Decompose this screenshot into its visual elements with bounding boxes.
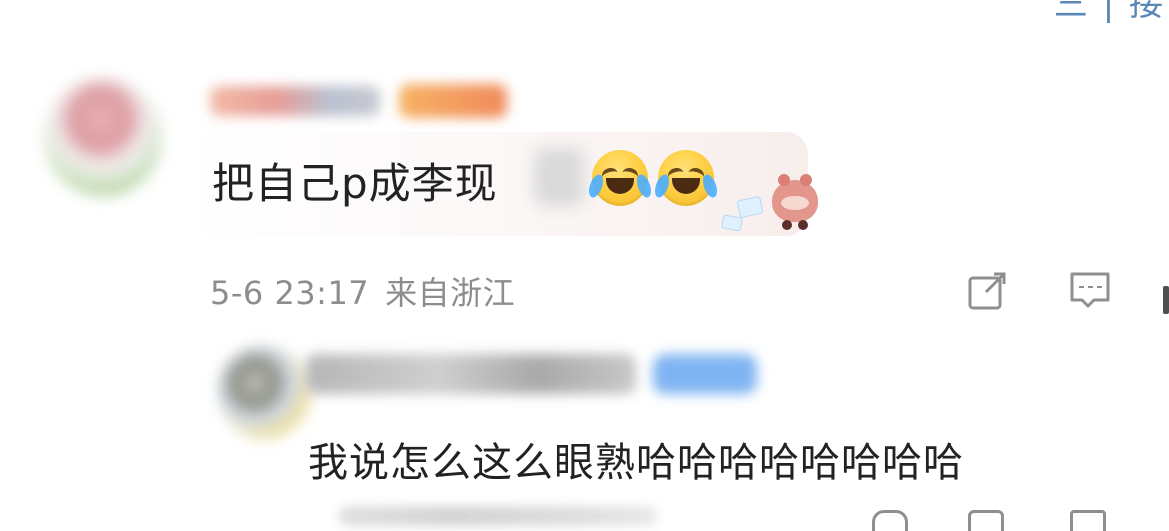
emoji-mouth [606, 178, 634, 194]
reply-name-blur-block [306, 354, 636, 394]
commenter-badge-blur-block [399, 84, 508, 118]
reply-badge-blur-block [653, 354, 758, 394]
bottom-cropped-icons [860, 506, 1140, 531]
comment-timestamp: 5-6 23:17 [210, 274, 370, 312]
comment-text-blurred-segment [534, 148, 584, 206]
laughing-crying-emoji-icon [652, 150, 720, 206]
reply-text: 我说怎么这么眼熟哈哈哈哈哈哈哈哈 [308, 440, 964, 486]
sticker-card [720, 214, 744, 232]
top-right-cropped-label: 三 | 接 [1053, 0, 1165, 24]
reply-avatar[interactable] [218, 346, 310, 438]
cropped-icon [1070, 510, 1106, 531]
sticker-beaver-face [781, 196, 809, 210]
comment-meta: 5-6 23:17 来自浙江 [210, 268, 515, 314]
comment-icon [1070, 272, 1110, 308]
reply-name-blurred[interactable] [306, 354, 758, 394]
cropped-icon [968, 510, 1004, 531]
comment-button[interactable] [1068, 268, 1112, 312]
share-icon [968, 272, 1006, 310]
sticker-card [736, 195, 764, 219]
commenter-avatar[interactable] [44, 78, 162, 196]
comment-origin: 来自浙江 [385, 274, 516, 312]
laughing-crying-emoji-icon [586, 150, 654, 206]
commenter-name-blurred[interactable] [210, 84, 508, 120]
sticker-beaver-feet [780, 220, 810, 230]
share-button[interactable] [966, 268, 1010, 312]
bottom-cropped-row [338, 506, 658, 526]
right-edge-cropped-icon [1163, 286, 1169, 314]
emoji-mouth [672, 178, 700, 194]
comment-text: 把自己p成李现 [212, 159, 498, 208]
cropped-icon [872, 510, 908, 531]
commenter-name-blur-block [210, 86, 380, 116]
bubble-sticker-illustration [720, 174, 824, 240]
